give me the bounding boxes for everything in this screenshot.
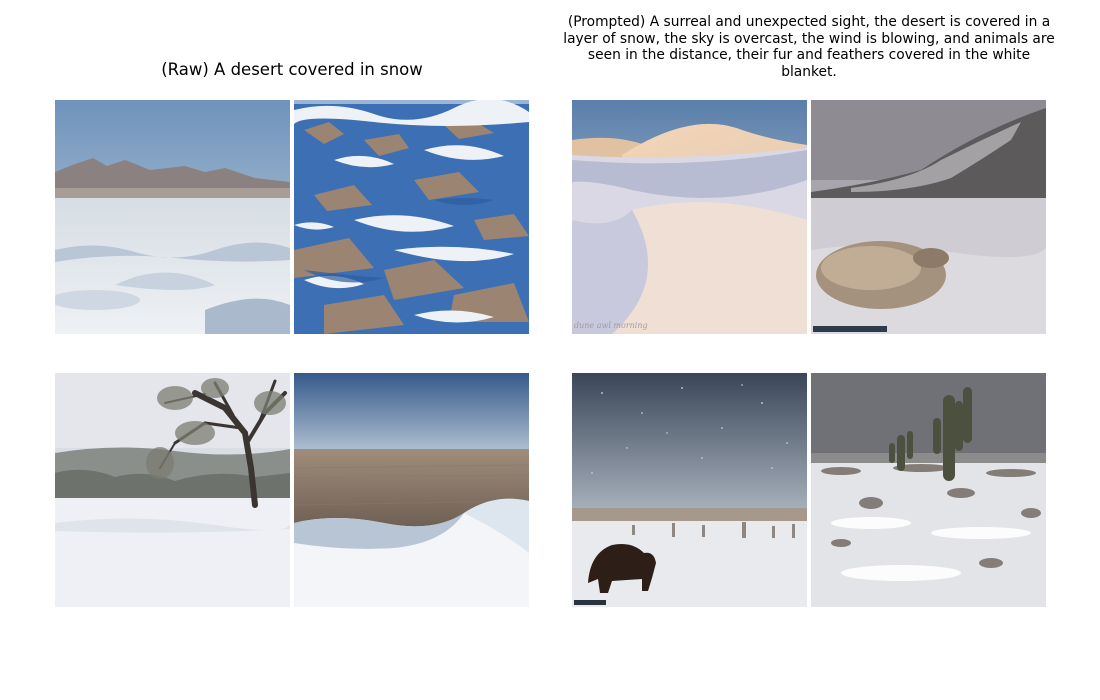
prompted-image-animal-hillside bbox=[811, 100, 1046, 334]
raw-panel-title: (Raw) A desert covered in snow bbox=[161, 60, 423, 79]
watermark-text: dune awl morning bbox=[574, 321, 648, 330]
raw-image-snowy-plain-mountains bbox=[55, 100, 290, 334]
raw-image-snow-drift-plain bbox=[294, 373, 529, 607]
prompted-image-cacti-snow bbox=[811, 373, 1046, 607]
prompted-image-dune-sunset: dune awl morning bbox=[572, 100, 807, 334]
prompted-image-animal-night bbox=[572, 373, 807, 607]
raw-image-snowy-tree bbox=[55, 373, 290, 607]
prompted-panel-title: (Prompted) A surreal and unexpected sigh… bbox=[563, 14, 1055, 80]
raw-image-rocky-snow bbox=[294, 100, 529, 334]
